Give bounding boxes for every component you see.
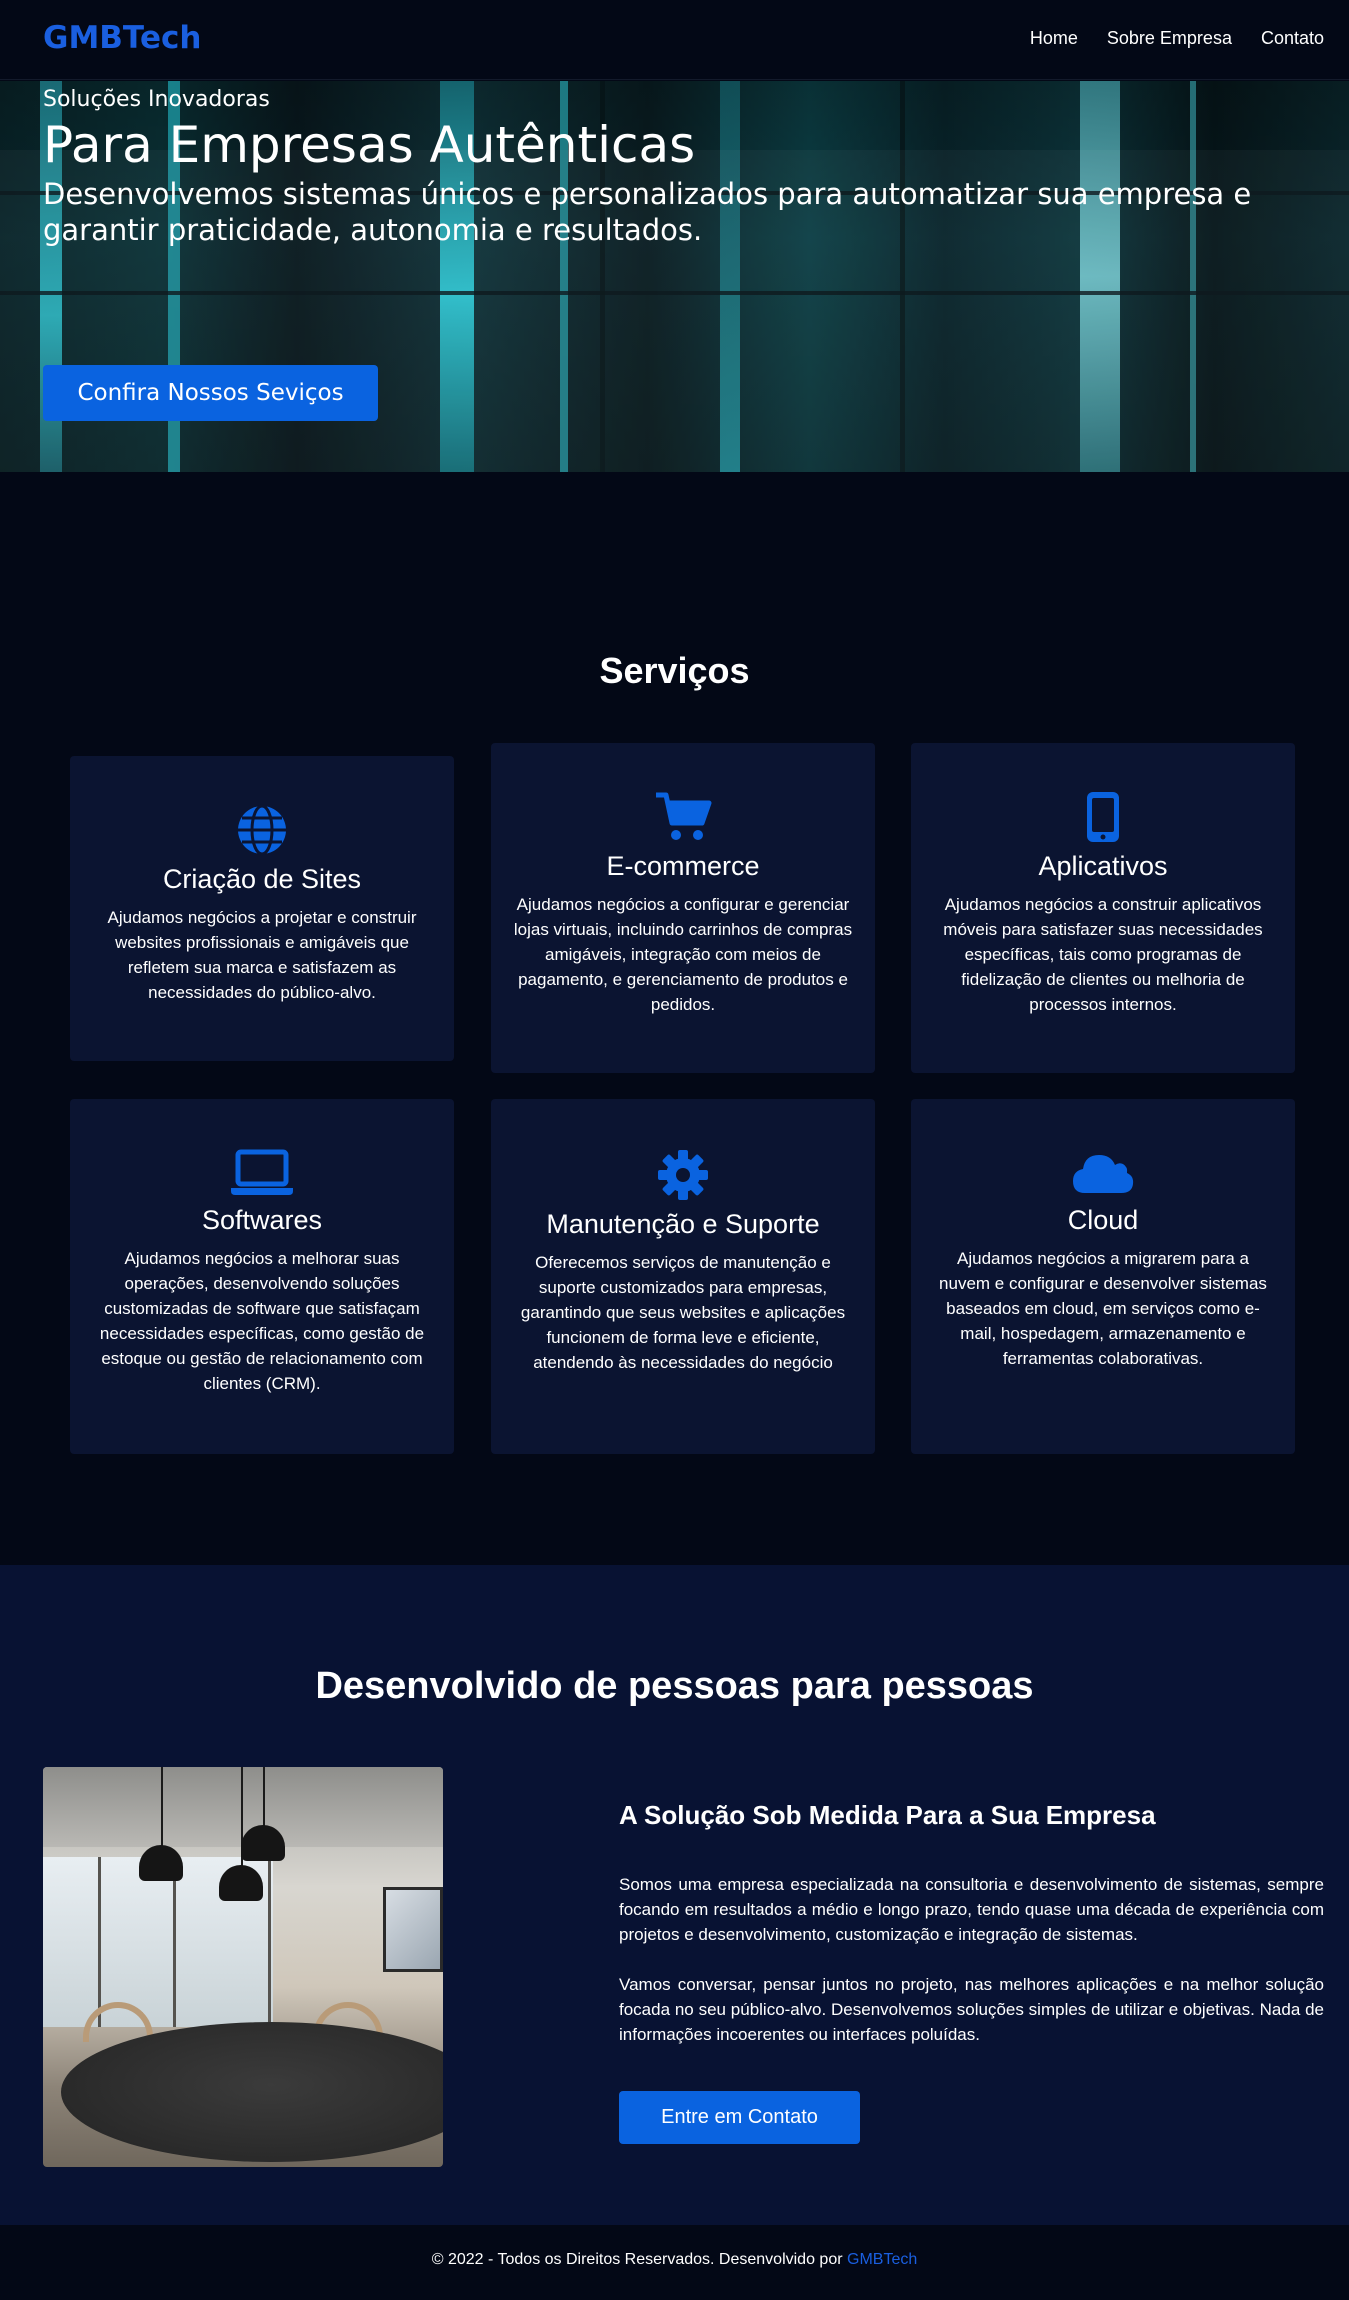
- hero-kicker: Soluções Inovadoras: [43, 87, 270, 112]
- nav-link-home[interactable]: Home: [1030, 28, 1078, 49]
- mobile-icon: [1087, 792, 1119, 842]
- service-description: Ajudamos negócios a configurar e gerenci…: [513, 895, 853, 1014]
- photo-lamp: [139, 1845, 183, 1881]
- service-card-ecommerce: E-commerce Ajudamos negócios a configura…: [491, 743, 875, 1073]
- service-card-softwares: Softwares Ajudamos negócios a melhorar s…: [70, 1099, 454, 1454]
- cart-icon: [656, 792, 712, 840]
- footer: © 2022 - Todos os Direitos Reservados. D…: [0, 2225, 1349, 2300]
- services-cta-button[interactable]: Confira Nossos Seviços: [43, 365, 378, 421]
- about-title: Desenvolvido de pessoas para pessoas: [315, 1665, 1034, 1707]
- meeting-room-photo: [43, 1767, 443, 2167]
- photo-mullion: [268, 1857, 271, 2027]
- nav-menu: Home Sobre Empresa Contato: [1030, 28, 1324, 49]
- footer-brand-link[interactable]: GMBTech: [847, 2251, 917, 2268]
- service-title: Cloud: [1067, 1205, 1139, 1235]
- service-title: Softwares: [201, 1205, 323, 1235]
- logo[interactable]: GMBTech: [43, 20, 201, 56]
- about-paragraph-2: Vamos conversar, pensar juntos no projet…: [619, 1975, 1324, 2044]
- service-description: Oferecemos serviços de manutenção e supo…: [520, 1253, 846, 1372]
- photo-tv: [383, 1887, 443, 1972]
- photo-lamp-wire: [161, 1767, 163, 1847]
- service-card-manutencao: Manutenção e Suporte Oferecemos serviços…: [491, 1099, 875, 1454]
- service-card-aplicativos: Aplicativos Ajudamos negócios a construi…: [911, 743, 1295, 1073]
- photo-mullion: [98, 1857, 101, 2027]
- service-card-sites: Criação de Sites Ajudamos negócios a pro…: [70, 756, 454, 1061]
- about-subtitle: A Solução Sob Medida Para a Sua Empresa: [619, 1800, 1156, 1830]
- service-title: Manutenção e Suporte: [546, 1209, 820, 1239]
- service-description: Ajudamos negócios a projetar e construir…: [107, 908, 417, 1002]
- footer-copyright: © 2022 - Todos os Direitos Reservados. D…: [431, 2251, 847, 2268]
- about-paragraph-1: Somos uma empresa especializada na consu…: [619, 1875, 1324, 1944]
- hero-title: Para Empresas Autênticas: [43, 116, 696, 174]
- about-section: Desenvolvido de pessoas para pessoas A S…: [0, 1565, 1349, 2225]
- globe-icon: [238, 804, 286, 856]
- gear-icon: [658, 1150, 708, 1200]
- service-description: Ajudamos negócios a melhorar suas operaç…: [99, 1249, 425, 1393]
- service-title: E-commerce: [606, 851, 760, 881]
- photo-lamp: [241, 1825, 285, 1861]
- nav-link-contato[interactable]: Contato: [1261, 28, 1324, 49]
- service-card-cloud: Cloud Ajudamos negócios a migrarem para …: [911, 1099, 1295, 1454]
- contact-button[interactable]: Entre em Contato: [619, 2091, 860, 2144]
- navbar: GMBTech Home Sobre Empresa Contato: [0, 0, 1349, 80]
- service-title: Criação de Sites: [162, 864, 362, 894]
- service-title: Aplicativos: [1038, 851, 1168, 881]
- services-title: Serviços: [599, 650, 750, 691]
- photo-mullion: [173, 1857, 176, 2027]
- laptop-icon: [231, 1149, 293, 1195]
- cloud-icon: [1073, 1155, 1134, 1193]
- photo-lamp: [219, 1865, 263, 1901]
- photo-lamp-wire: [263, 1767, 265, 1827]
- nav-link-sobre-empresa[interactable]: Sobre Empresa: [1107, 28, 1232, 49]
- hero-text: Soluções Inovadoras Para Empresas Autênt…: [43, 87, 1303, 248]
- photo-table: [61, 2022, 443, 2162]
- service-description: Ajudamos negócios a migrarem para a nuve…: [939, 1249, 1267, 1368]
- hero-subtitle: Desenvolvemos sistemas únicos e personal…: [43, 177, 1252, 247]
- service-description: Ajudamos negócios a construir aplicativo…: [943, 895, 1263, 1014]
